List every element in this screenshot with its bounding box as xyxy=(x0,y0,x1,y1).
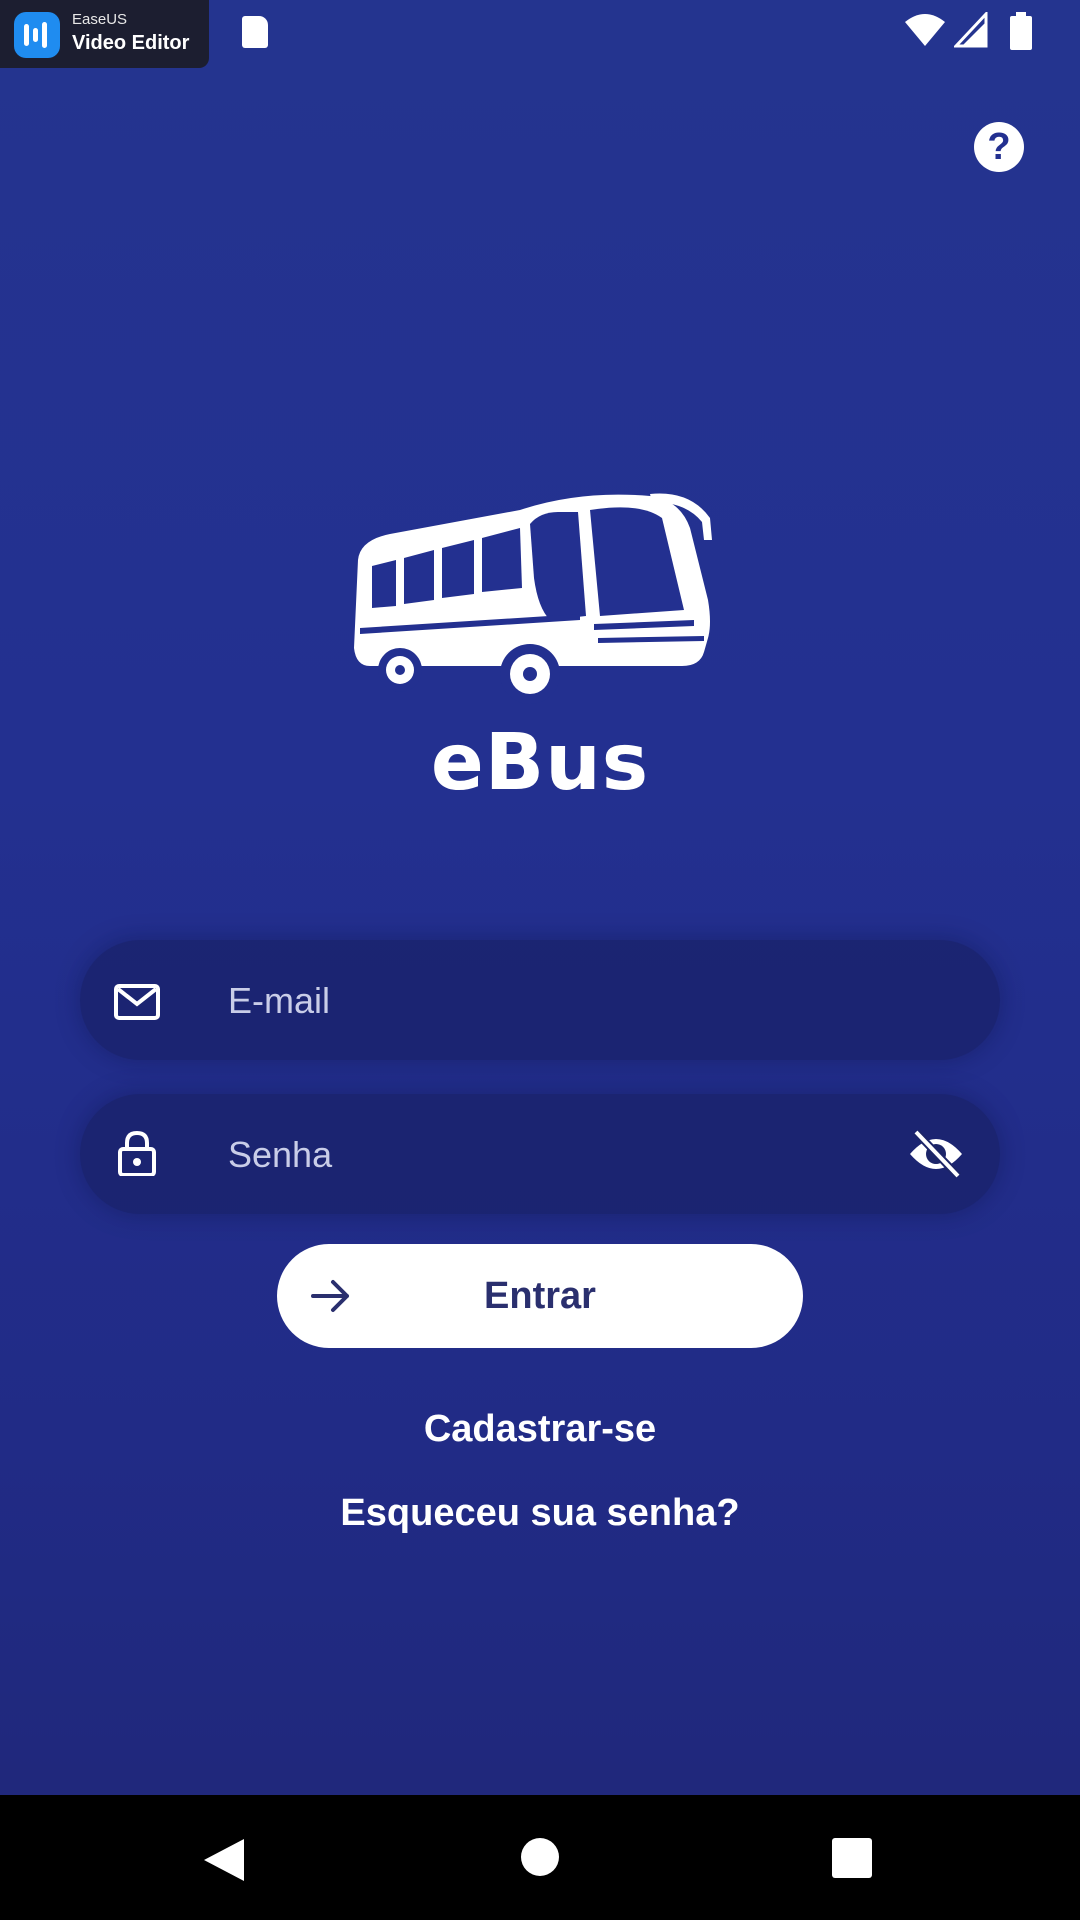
recents-icon[interactable] xyxy=(832,1838,872,1878)
sd-card-icon xyxy=(242,16,268,48)
bus-icon xyxy=(354,493,712,704)
forgot-password-link[interactable]: Esqueceu sua senha? xyxy=(0,1492,1080,1535)
home-icon[interactable] xyxy=(521,1838,559,1876)
recorder-logo-icon xyxy=(14,12,60,58)
register-link[interactable]: Cadastrar-se xyxy=(0,1408,1080,1451)
status-bar: EaseUS Video Editor xyxy=(0,0,1080,68)
recorder-overlay[interactable]: EaseUS Video Editor xyxy=(0,0,209,68)
battery-icon xyxy=(1010,12,1032,50)
email-field[interactable] xyxy=(80,940,1000,1060)
app-name: eBus xyxy=(430,718,650,808)
password-input[interactable] xyxy=(226,1122,850,1188)
recorder-name: Video Editor xyxy=(72,32,190,54)
status-icons xyxy=(904,12,1064,52)
recorder-brand: EaseUS xyxy=(72,11,128,28)
mail-icon xyxy=(114,984,160,1020)
login-button[interactable]: Entrar xyxy=(277,1244,803,1348)
login-screen: EaseUS Video Editor ? eBus E-mail Entrar… xyxy=(0,0,1080,1920)
email-input[interactable] xyxy=(226,968,850,1034)
login-button-label: Entrar xyxy=(484,1275,596,1317)
back-icon[interactable] xyxy=(202,1837,246,1883)
password-field[interactable] xyxy=(80,1094,1000,1214)
help-icon[interactable]: ? xyxy=(974,122,1024,172)
wifi-icon xyxy=(905,14,945,46)
cell-signal-icon xyxy=(954,12,988,48)
lock-icon xyxy=(118,1130,156,1176)
eye-off-icon[interactable] xyxy=(908,1128,964,1180)
